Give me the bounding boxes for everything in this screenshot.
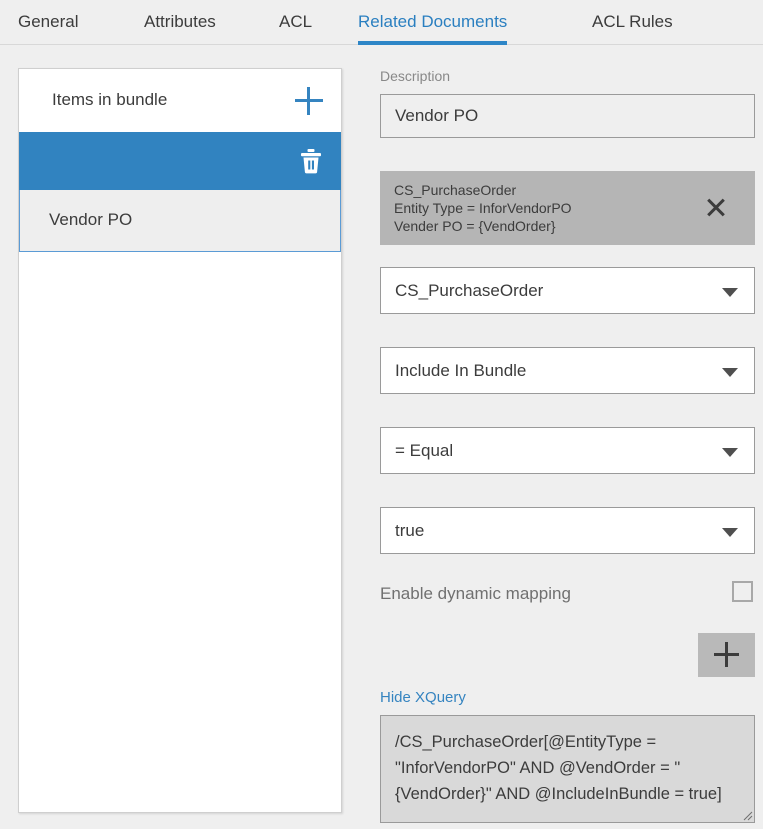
toggle-xquery-link[interactable]: Hide XQuery [380, 689, 466, 706]
xquery-textarea[interactable]: /CS_PurchaseOrder[@EntityType = "InforVe… [380, 715, 755, 823]
selected-item-toolbar[interactable] [19, 132, 341, 190]
tab-acl-rules[interactable]: ACL Rules [592, 0, 673, 45]
list-item-label: Vendor PO [49, 210, 132, 230]
plus-icon-vertical [725, 642, 728, 667]
attribute-select-value: Include In Bundle [395, 361, 526, 381]
tab-bar: General Attributes ACL Related Documents… [0, 0, 763, 45]
chevron-down-icon [722, 528, 738, 537]
related-document-form: Description CS_PurchaseOrder Entity Type… [380, 60, 755, 829]
trash-icon[interactable] [299, 148, 323, 174]
operator-select[interactable]: = Equal [380, 427, 755, 474]
list-item[interactable]: Vendor PO [19, 190, 341, 252]
panel-title: Items in bundle [52, 90, 167, 110]
add-condition-button[interactable] [698, 633, 755, 677]
close-icon[interactable] [705, 197, 727, 219]
dynamic-mapping-checkbox[interactable] [732, 581, 753, 602]
dynamic-mapping-label: Enable dynamic mapping [380, 584, 571, 604]
panel-header: Items in bundle [19, 69, 341, 132]
mapping-card[interactable]: CS_PurchaseOrder Entity Type = InforVend… [380, 171, 755, 245]
tab-related-documents[interactable]: Related Documents [358, 0, 507, 45]
items-in-bundle-panel: Items in bundle Vendor PO [18, 68, 342, 813]
chevron-down-icon [722, 368, 738, 377]
document-type-select-value: CS_PurchaseOrder [395, 281, 543, 301]
tab-attributes[interactable]: Attributes [144, 0, 216, 45]
attribute-select[interactable]: Include In Bundle [380, 347, 755, 394]
tab-general[interactable]: General [18, 0, 78, 45]
add-item-icon[interactable] [295, 87, 323, 115]
value-select[interactable]: true [380, 507, 755, 554]
mapping-card-line-3: Vender PO = {VendOrder} [394, 217, 741, 235]
description-input[interactable] [380, 94, 755, 138]
dynamic-mapping-row: Enable dynamic mapping [380, 581, 755, 611]
mapping-card-line-2: Entity Type = InforVendorPO [394, 199, 741, 217]
operator-select-value: = Equal [395, 441, 453, 461]
description-label: Description [380, 67, 450, 85]
value-select-value: true [395, 521, 424, 541]
mapping-card-line-1: CS_PurchaseOrder [394, 181, 741, 199]
document-type-select[interactable]: CS_PurchaseOrder [380, 267, 755, 314]
tab-acl[interactable]: ACL [279, 0, 312, 45]
chevron-down-icon [722, 448, 738, 457]
chevron-down-icon [722, 288, 738, 297]
